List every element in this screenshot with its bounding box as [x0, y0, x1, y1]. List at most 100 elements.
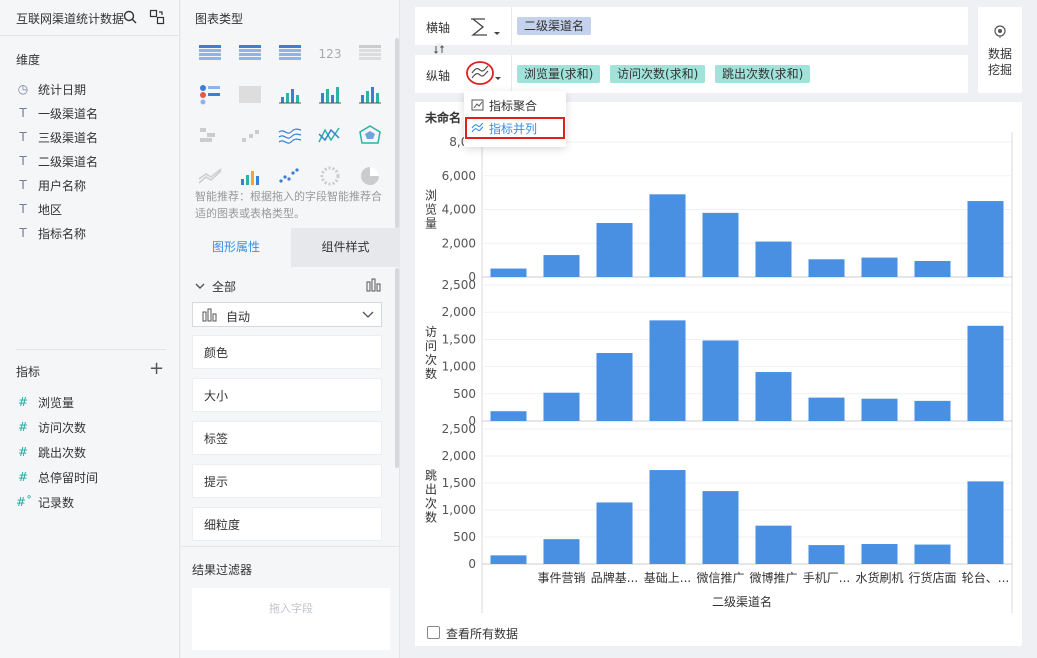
bar-chart-icon[interactable] [317, 83, 343, 105]
property-2[interactable]: 标签 [192, 421, 382, 455]
metric-mode-icon[interactable] [465, 60, 505, 90]
metric-label: 浏览量 [38, 395, 75, 410]
dimension-sort-icon[interactable] [469, 16, 503, 38]
area-chart-icon[interactable] [197, 165, 223, 187]
dimension-label: 用户名称 [38, 178, 87, 193]
search-icon[interactable] [123, 10, 137, 24]
number-icon: # [17, 470, 29, 484]
metric-field[interactable]: #˚ 记录数 [16, 493, 74, 511]
detail-table-chart-icon[interactable] [277, 42, 303, 64]
data-mining-icon [994, 25, 1006, 38]
grouped-table-chart-icon[interactable] [197, 83, 223, 105]
metric-field[interactable]: # 浏览量 [16, 393, 74, 411]
bar-chart-icon[interactable] [366, 278, 381, 292]
line-chart-icon[interactable] [277, 124, 303, 146]
mark-type-select[interactable]: 自动 [192, 302, 382, 327]
divider [181, 546, 400, 547]
dimension-field[interactable]: T 指标名称 [16, 224, 86, 242]
view-all-label: 查看所有数据 [446, 627, 519, 641]
y-field-pill[interactable]: 浏览量(求和) [517, 65, 601, 83]
dimension-field[interactable]: T 一级渠道名 [16, 104, 98, 122]
switch-dataset-icon[interactable] [149, 9, 165, 25]
metric-parallel-icon [471, 123, 484, 133]
metric-label: 跳出次数 [38, 445, 87, 460]
bar [596, 502, 633, 564]
stacked-bar-chart-icon[interactable] [277, 83, 303, 105]
scatter-line-chart-icon[interactable] [317, 124, 343, 146]
bar [808, 397, 845, 421]
bar-chart: 02,0004,0006,0008,00浏览量05001,0001,5002,0… [425, 132, 1013, 613]
add-metric-icon[interactable]: + [149, 360, 164, 378]
bubble-chart-icon[interactable] [317, 165, 343, 187]
step-bar-chart-icon[interactable] [237, 124, 263, 146]
text-icon: T [19, 154, 27, 168]
metric-aggregate-icon [471, 99, 484, 111]
divider [511, 55, 512, 93]
all-label: 全部 [212, 280, 237, 294]
bar-with-color-chart-icon[interactable] [237, 165, 263, 187]
mark-type-value: 自动 [226, 310, 251, 324]
bar [543, 255, 580, 277]
chart-type-scrollbar[interactable] [395, 38, 399, 228]
property-scrollbar[interactable] [395, 268, 399, 468]
filter-drop-zone[interactable]: 拖入字段 [192, 588, 390, 650]
metric-field[interactable]: # 跳出次数 [16, 443, 86, 461]
menu-item-metric-parallel-label: 指标并列 [489, 122, 538, 136]
menu-item-metric-aggregate[interactable]: 指标聚合 [489, 97, 537, 114]
metric-field[interactable]: # 访问次数 [16, 418, 86, 436]
bar [490, 555, 527, 564]
kpi-number-chart-icon[interactable]: 123 [317, 42, 343, 64]
y-tick-label: 2,000 [442, 236, 476, 250]
y-tick-label: 0 [468, 557, 476, 571]
matrix-chart-icon[interactable] [197, 124, 223, 146]
radar-chart-icon[interactable] [357, 124, 383, 146]
y-field-pill[interactable]: 访问次数(求和) [610, 65, 706, 83]
y-axis-title-char: 跳 [425, 469, 437, 483]
x-tick-label: 基础上... [644, 571, 691, 585]
smart-hint: 智能推荐：根据拖入的字段智能推荐合适的图表或表格类型。 [195, 190, 382, 220]
data-mining-button[interactable]: 数据挖掘 [978, 7, 1022, 93]
multi-bar-chart-icon[interactable] [357, 83, 383, 105]
dataset-title: 互联网渠道统计数据 [16, 12, 125, 26]
dimension-field[interactable]: T 二级渠道名 [16, 152, 98, 170]
menu-item-metric-parallel[interactable]: 指标并列 [465, 117, 565, 139]
y-tick-label: 1,000 [442, 360, 476, 374]
bar [543, 392, 580, 421]
property-3[interactable]: 提示 [192, 464, 382, 498]
bar [967, 481, 1004, 564]
y-axis-title-char: 览 [425, 202, 437, 217]
tab-graphic-attrs[interactable]: 图形属性 [181, 228, 291, 267]
property-4[interactable]: 细粒度 [192, 507, 382, 541]
dimension-field[interactable]: ◷ 统计日期 [16, 80, 86, 98]
dimension-field[interactable]: T 地区 [16, 200, 62, 218]
scatter-chart-icon[interactable] [277, 165, 303, 187]
heatmap-chart-icon[interactable] [237, 83, 263, 105]
dimension-field[interactable]: T 三级渠道名 [16, 128, 98, 146]
chart-canvas: 未命名 0 2,000 4,000 6,000 8,00 浏览量 0 500 1,000 1,50… [415, 102, 1022, 646]
metric-header: 指标 [16, 365, 41, 379]
list-table-chart-icon[interactable] [357, 42, 383, 64]
y-axis-shelf[interactable]: 纵轴 浏览量(求和) 访问次数(求和) 跳出次数(求和) [415, 55, 968, 93]
y-tick-label: 1,000 [442, 503, 476, 517]
property-1[interactable]: 大小 [192, 378, 382, 412]
dimension-field[interactable]: T 用户名称 [16, 176, 86, 194]
text-icon: T [19, 130, 27, 144]
y-axis-title-char: 次 [425, 497, 437, 511]
bar [596, 223, 633, 277]
tab-component-style[interactable]: 组件样式 [291, 228, 400, 267]
y-field-pill[interactable]: 跳出次数(求和) [715, 65, 811, 83]
table-chart-icon[interactable] [197, 42, 223, 64]
metric-field[interactable]: # 总停留时间 [16, 468, 98, 486]
property-0[interactable]: 颜色 [192, 335, 382, 369]
bar [914, 400, 951, 421]
y-tick-label: 2,500 [442, 422, 476, 436]
chevron-down-icon[interactable] [194, 280, 206, 292]
cross-table-chart-icon[interactable] [237, 42, 263, 64]
x-field-pill[interactable]: 二级渠道名 [517, 17, 592, 35]
x-axis-shelf[interactable]: 横轴 二级渠道名 [415, 7, 968, 45]
y-axis-title-char: 次 [425, 353, 437, 367]
bar [649, 320, 686, 421]
view-all-checkbox[interactable] [427, 626, 440, 639]
bar [702, 340, 739, 421]
pie-chart-icon[interactable] [357, 165, 383, 187]
